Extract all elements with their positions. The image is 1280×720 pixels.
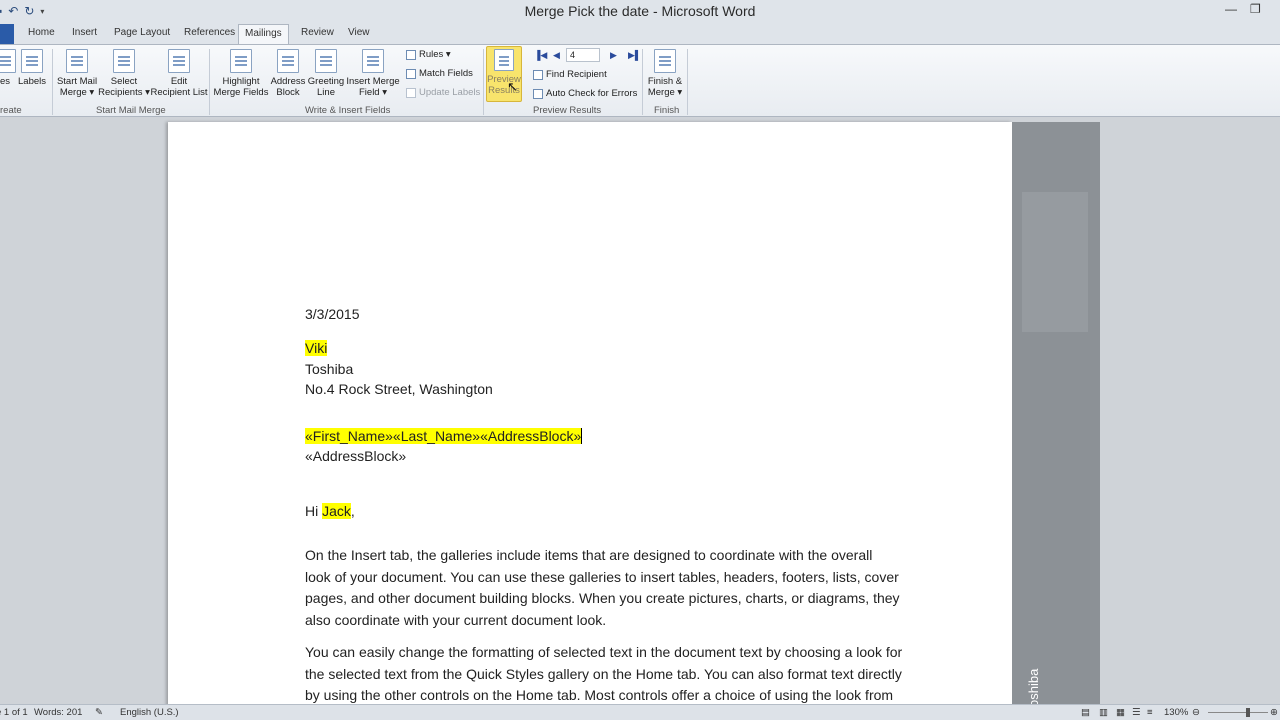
tab-file[interactable]: [0, 24, 14, 44]
group-write-insert-label: Write & Insert Fields: [305, 105, 391, 116]
group-separator: [483, 49, 484, 115]
text-cursor: [581, 428, 583, 444]
letter-date: 3/3/2015: [305, 306, 360, 322]
window-title: Merge Pick the date - Microsoft Word: [524, 3, 756, 19]
tab-home[interactable]: Home: [28, 27, 55, 38]
merge-fields-line: «First_Name»«Last_Name»«AddressBlock»: [305, 428, 583, 444]
auto-check-errors-button[interactable]: Auto Check for Errors: [533, 88, 637, 99]
tab-references[interactable]: References: [184, 27, 235, 38]
edit-recipient-list-button[interactable]: Edit Recipient List: [150, 49, 208, 98]
finish-merge-icon: [654, 49, 676, 73]
full-screen-icon[interactable]: ▥: [1099, 707, 1108, 718]
outline-icon[interactable]: ☰: [1132, 707, 1141, 718]
preview-results-icon: [494, 49, 514, 71]
body-paragraph-1: On the Insert tab, the galleries include…: [305, 547, 900, 628]
group-separator: [687, 49, 688, 115]
envelopes-button[interactable]: es: [0, 49, 16, 87]
zoom-in-icon[interactable]: ⊕: [1270, 707, 1278, 718]
mouse-cursor-icon: ↖: [507, 79, 518, 94]
highlight-merge-fields-button[interactable]: Highlight Merge Fields: [212, 49, 270, 98]
greeting-line: Hi Jack,: [305, 503, 355, 519]
tab-review[interactable]: Review: [301, 27, 334, 38]
insert-merge-field-button[interactable]: Insert Merge Field ▾: [344, 49, 402, 98]
merged-greeting-name: Jack: [322, 503, 351, 519]
labels-button[interactable]: Labels: [18, 49, 46, 87]
group-separator: [209, 49, 210, 115]
last-record-icon[interactable]: ▶▌: [628, 50, 641, 61]
tab-insert[interactable]: Insert: [72, 27, 97, 38]
word-count[interactable]: Words: 201: [34, 707, 82, 718]
tab-mailings[interactable]: Mailings: [238, 24, 289, 45]
auto-check-errors-icon: [533, 88, 543, 99]
letter-recipient-name: Viki: [305, 340, 328, 356]
group-separator: [642, 49, 643, 115]
draft-icon[interactable]: ≡: [1147, 707, 1153, 718]
address-block-icon: [277, 49, 299, 73]
labels-icon: [21, 49, 43, 73]
body-paragraph-2: You can easily change the formatting of …: [305, 644, 903, 703]
ribbon-mailings: es Labels reate Start Mail Merge ▾ Selec…: [0, 44, 1280, 117]
tab-page-layout[interactable]: Page Layout: [114, 27, 170, 38]
rules-button[interactable]: Rules ▾: [406, 49, 451, 60]
record-number-input[interactable]: 4: [566, 48, 600, 62]
zoom-slider[interactable]: [1208, 712, 1268, 713]
select-recipients-button[interactable]: Select Recipients ▾: [98, 49, 150, 98]
zoom-slider-handle[interactable]: [1246, 708, 1250, 717]
previous-record-icon[interactable]: ◀: [553, 50, 560, 61]
sidebar-panel: [1022, 192, 1088, 332]
update-labels-icon: [406, 87, 416, 98]
address-block-field: «AddressBlock»: [305, 448, 407, 464]
zoom-out-icon[interactable]: ⊖: [1192, 707, 1200, 718]
envelopes-icon: [0, 49, 16, 73]
next-record-icon[interactable]: ▶: [610, 50, 617, 61]
restore-icon[interactable]: ❐: [1250, 2, 1261, 16]
letter-address: No.4 Rock Street, Washington: [305, 381, 493, 397]
web-layout-icon[interactable]: ▦: [1116, 707, 1125, 718]
group-create-label: reate: [0, 105, 22, 116]
update-labels-button[interactable]: Update Labels: [406, 87, 480, 98]
title-bar: ▪ ↶ ↻ ▾ Merge Pick the date - Microsoft …: [0, 0, 1280, 24]
document-area: 3/3/2015 Viki Toshiba No.4 Rock Street, …: [0, 117, 1280, 720]
ribbon-tabs: Home Insert Page Layout References Maili…: [0, 24, 1280, 45]
edit-recipient-list-icon: [168, 49, 190, 73]
rules-icon: [406, 49, 416, 60]
finish-merge-button[interactable]: Finish & Merge ▾: [645, 49, 685, 98]
start-mail-merge-button[interactable]: Start Mail Merge ▾: [55, 49, 99, 98]
document-page[interactable]: 3/3/2015 Viki Toshiba No.4 Rock Street, …: [168, 122, 1012, 720]
select-recipients-icon: [113, 49, 135, 73]
greeting-line-icon: [315, 49, 337, 73]
first-record-icon[interactable]: ▐◀: [534, 50, 547, 61]
status-bar: e 1 of 1 Words: 201 ✎ English (U.S.) ▤ ▥…: [0, 704, 1280, 720]
zoom-level[interactable]: 130%: [1164, 707, 1188, 718]
merge-fields-highlighted: «First_Name»«Last_Name»«AddressBlock»: [305, 428, 582, 444]
tab-view[interactable]: View: [348, 27, 370, 38]
highlight-merge-fields-icon: [230, 49, 252, 73]
match-fields-icon: [406, 68, 416, 79]
group-preview-results-label: Preview Results: [533, 105, 602, 116]
page-count[interactable]: e 1 of 1: [0, 707, 28, 718]
find-recipient-button[interactable]: Find Recipient: [533, 69, 607, 80]
page-sidebar-decoration: [1012, 122, 1100, 720]
start-mail-merge-icon: [66, 49, 88, 73]
match-fields-button[interactable]: Match Fields: [406, 68, 473, 79]
proofing-icon[interactable]: ✎: [95, 707, 103, 718]
insert-merge-field-icon: [362, 49, 384, 73]
address-block-button[interactable]: Address Block: [269, 49, 307, 98]
minimize-icon[interactable]: —: [1225, 2, 1237, 16]
merged-name-field: Viki: [305, 340, 328, 356]
group-finish-label: Finish: [654, 105, 680, 116]
print-layout-icon[interactable]: ▤: [1081, 707, 1090, 718]
greeting-line-button[interactable]: Greeting Line: [306, 49, 346, 98]
group-separator: [52, 49, 53, 115]
sidebar-company-text: oshiba: [1026, 668, 1041, 707]
letter-company: Toshiba: [305, 361, 354, 377]
find-recipient-icon: [533, 69, 543, 80]
language-indicator[interactable]: English (U.S.): [120, 707, 179, 718]
group-start-mail-merge-label: Start Mail Merge: [96, 105, 166, 116]
